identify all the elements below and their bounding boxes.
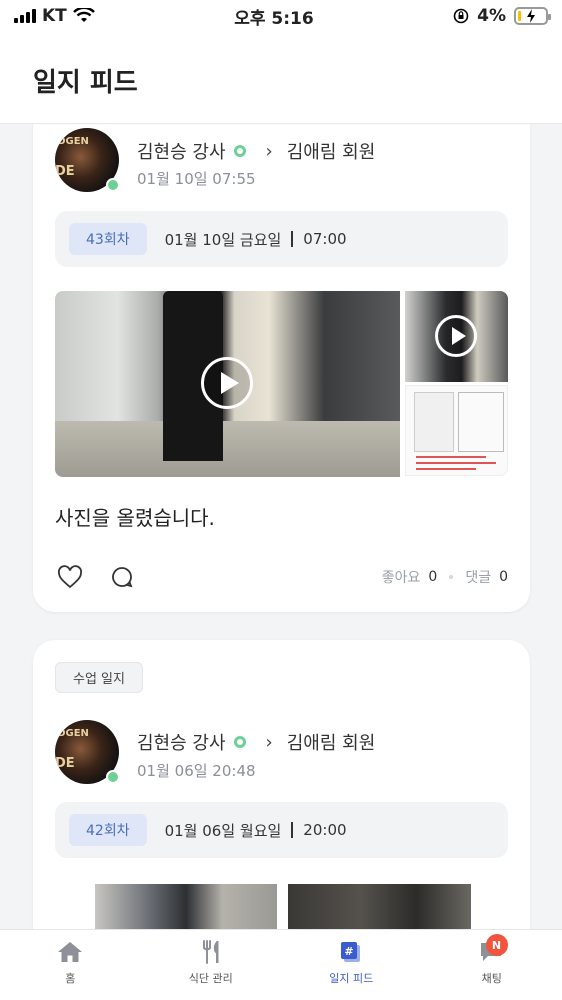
tab-feed-label: 일지 피드 (329, 972, 374, 985)
recipient-name[interactable]: 김애림 회원 (287, 729, 376, 755)
bottom-tab-bar: 홈 식단 관리 # 일지 피드 N 채팅 (0, 929, 562, 1000)
page-header: 일지 피드 (0, 32, 562, 124)
signal-icon (14, 9, 36, 23)
tab-home-label: 홈 (65, 972, 76, 985)
clock: 오후 5:16 (234, 8, 314, 29)
play-icon[interactable] (201, 357, 253, 409)
tab-chat[interactable]: N 채팅 (422, 930, 562, 1000)
likes-label: 좋아요 (381, 570, 421, 586)
tab-chat-label: 채팅 (481, 972, 502, 985)
battery-icon (513, 7, 551, 25)
session-info: 43회차 01월 10일 금요일 07:00 (55, 211, 508, 267)
heart-icon (58, 565, 82, 589)
session-divider (291, 231, 294, 247)
svg-text:#: # (345, 945, 354, 958)
author-name[interactable]: 김현승 강사 (137, 729, 226, 755)
feed-hash-icon: # (341, 942, 361, 962)
avatar-logo-text: OGEN (57, 136, 89, 147)
home-icon (58, 942, 83, 962)
online-indicator (106, 770, 120, 784)
session-badge: 43회차 (69, 223, 147, 255)
video-thumbnail-main[interactable] (55, 291, 400, 477)
carrier-label: KT (42, 6, 67, 26)
comment-bubble-icon (112, 567, 133, 588)
likes-count: 0 (428, 569, 438, 585)
session-date: 01월 06일 월요일 (164, 821, 282, 840)
comments-label: 댓글 (465, 570, 492, 586)
status-left: KT (14, 6, 95, 26)
post-text: 사진을 올렸습니다. (55, 506, 215, 530)
separator-dot (449, 575, 454, 579)
tab-feed[interactable]: # 일지 피드 (281, 930, 422, 1000)
author-name[interactable]: 김현승 강사 (137, 138, 226, 164)
wifi-icon (72, 8, 95, 22)
post-datetime: 01월 10일 07:55 (137, 170, 256, 188)
chat-new-badge: N (485, 934, 508, 956)
avatar-logo-text: OGEN (57, 728, 89, 739)
comment-button[interactable] (107, 562, 137, 592)
post-datetime: 01월 06일 20:48 (137, 762, 256, 780)
tab-home[interactable]: 홈 (0, 930, 141, 1000)
feed-list[interactable]: OGEN DE 김현승 강사 › 김애림 회원 01월 10일 07:55 43… (0, 124, 562, 930)
post-counts: 좋아요 0 댓글 0 (382, 567, 508, 587)
verified-badge-icon (233, 736, 246, 748)
author-row: 김현승 강사 › 김애림 회원 (137, 729, 375, 755)
avatar-logo-text-2: DE (55, 756, 75, 771)
comments-count: 0 (499, 569, 508, 585)
status-bar: KT 오후 5:16 4% (0, 0, 562, 32)
play-icon[interactable] (435, 315, 477, 357)
tab-diet[interactable]: 식단 관리 (141, 930, 282, 1000)
session-time: 20:00 (303, 821, 347, 839)
verified-badge-icon (233, 145, 246, 157)
page-title: 일지 피드 (33, 68, 138, 98)
chevron-right-icon: › (265, 140, 273, 162)
avatar-logo-text-2: DE (55, 164, 75, 179)
session-divider (291, 822, 294, 838)
orientation-lock-icon (453, 8, 469, 24)
battery-percent: 4% (477, 6, 506, 26)
like-button[interactable] (55, 562, 85, 592)
session-badge: 42회차 (69, 814, 147, 846)
session-info: 42회차 01월 06일 월요일 20:00 (55, 802, 508, 858)
online-indicator (106, 178, 120, 192)
post-type-tag: 수업 일지 (55, 662, 143, 693)
chevron-right-icon: › (265, 731, 273, 753)
tab-diet-label: 식단 관리 (188, 972, 233, 985)
photo-thumbnail-document[interactable] (405, 385, 508, 476)
session-time: 07:00 (303, 230, 347, 248)
status-right: 4% (453, 6, 551, 26)
post-actions: 좋아요 0 댓글 0 (55, 562, 508, 592)
feed-post[interactable]: 수업 일지 OGEN DE 김현승 강사 › 김애림 회원 01월 06일 20… (33, 640, 530, 930)
author-row: 김현승 강사 › 김애림 회원 (137, 138, 375, 164)
feed-post[interactable]: OGEN DE 김현승 강사 › 김애림 회원 01월 10일 07:55 43… (33, 124, 530, 612)
fork-knife-icon (202, 940, 219, 964)
recipient-name[interactable]: 김애림 회원 (287, 138, 376, 164)
video-thumbnail-side[interactable] (405, 291, 508, 382)
photo-thumbnail[interactable] (95, 884, 277, 930)
session-date: 01월 10일 금요일 (164, 230, 282, 249)
photo-thumbnail[interactable] (288, 884, 471, 930)
